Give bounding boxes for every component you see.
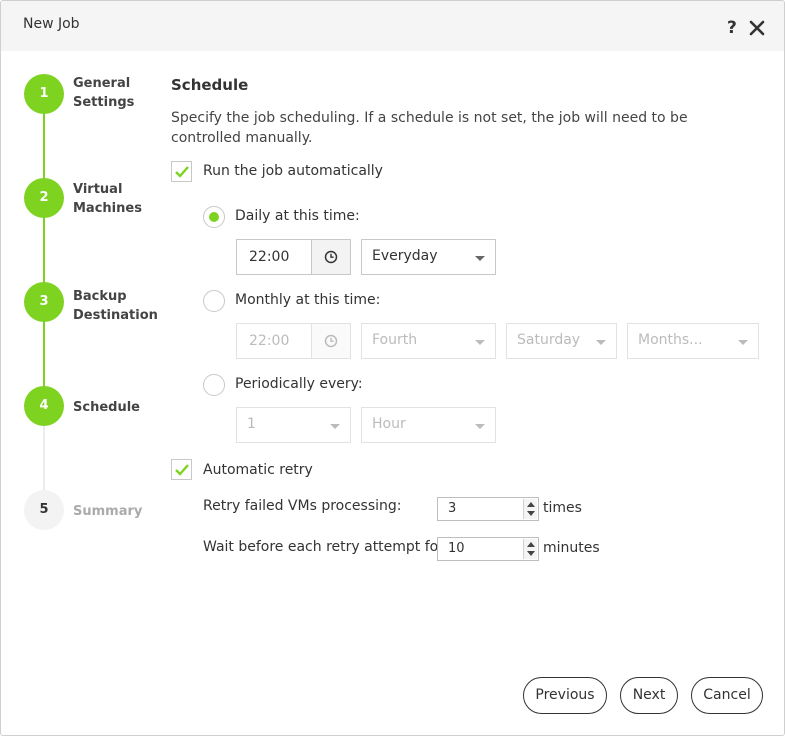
previous-button[interactable]: Previous	[523, 677, 607, 714]
clock-icon	[324, 250, 338, 264]
step-5-circle: 5	[24, 490, 64, 530]
retry-wait-label: Wait before each retry attempt for:	[203, 539, 449, 555]
chevron-down-icon	[475, 340, 485, 345]
automatic-retry-label: Automatic retry	[203, 462, 313, 478]
step-3-label[interactable]: Backup Destination	[73, 287, 163, 325]
next-button[interactable]: Next	[620, 677, 678, 714]
new-job-dialog: New Job ? 1 General Settings 2 Virtual M…	[0, 0, 785, 736]
arrow-up-icon[interactable]	[527, 502, 535, 507]
periodically-value-select[interactable]: 1	[236, 407, 351, 443]
daily-radio[interactable]	[203, 206, 225, 228]
close-icon[interactable]	[749, 20, 765, 36]
section-heading: Schedule	[171, 76, 249, 94]
cancel-button[interactable]: Cancel	[691, 677, 763, 714]
arrow-up-icon[interactable]	[527, 542, 535, 547]
periodically-radio[interactable]	[203, 374, 225, 396]
dialog-title: New Job	[23, 16, 80, 32]
chevron-down-icon	[475, 256, 485, 261]
checkmark-icon	[175, 464, 189, 476]
run-automatically-checkbox[interactable]	[171, 161, 192, 182]
retry-count-value: 3	[448, 501, 457, 516]
daily-label: Daily at this time:	[235, 208, 360, 224]
monthly-months-value: Months...	[638, 332, 703, 348]
monthly-time-picker[interactable]: 22:00	[236, 323, 351, 359]
title-bar: New Job ?	[1, 1, 784, 51]
retry-wait-unit: minutes	[543, 540, 600, 556]
clock-icon	[324, 334, 338, 348]
retry-count-stepper[interactable]: 3	[437, 497, 539, 521]
step-2-circle[interactable]: 2	[24, 178, 64, 218]
clock-button[interactable]	[311, 324, 350, 358]
step-connector	[43, 113, 45, 179]
section-description: Specify the job scheduling. If a schedul…	[171, 110, 688, 146]
radio-selected-dot	[209, 212, 219, 222]
monthly-day-select[interactable]: Saturday	[506, 323, 617, 359]
periodically-label: Periodically every:	[235, 376, 363, 392]
retry-wait-value: 10	[448, 541, 465, 556]
monthly-label: Monthly at this time:	[235, 292, 381, 308]
clock-button[interactable]	[311, 240, 350, 274]
periodically-unit: Hour	[372, 416, 406, 432]
arrow-down-icon[interactable]	[527, 511, 535, 516]
automatic-retry-checkbox[interactable]	[171, 459, 192, 480]
step-connector	[43, 321, 45, 387]
step-4-label[interactable]: Schedule	[73, 398, 163, 417]
retry-wait-stepper[interactable]: 10	[437, 537, 539, 561]
step-1-circle[interactable]: 1	[24, 74, 64, 114]
chevron-down-icon	[738, 340, 748, 345]
monthly-day-value: Saturday	[517, 332, 581, 348]
help-icon[interactable]: ?	[727, 18, 737, 38]
checkmark-icon	[175, 166, 189, 178]
monthly-week-select[interactable]: Fourth	[361, 323, 496, 359]
monthly-time-value: 22:00	[249, 333, 290, 349]
run-automatically-label: Run the job automatically	[203, 163, 383, 179]
periodically-value: 1	[247, 416, 256, 432]
stepper-arrows[interactable]	[523, 499, 537, 519]
stepper-arrows[interactable]	[523, 539, 537, 559]
chevron-down-icon	[596, 340, 606, 345]
chevron-down-icon	[330, 424, 340, 429]
step-connector	[43, 425, 45, 491]
step-1-label[interactable]: General Settings	[73, 74, 163, 112]
monthly-radio[interactable]	[203, 290, 225, 312]
daily-time-value: 22:00	[249, 249, 290, 265]
step-5-label: Summary	[73, 504, 143, 519]
daily-time-picker[interactable]: 22:00	[236, 239, 351, 275]
step-connector	[43, 217, 45, 283]
step-3-circle[interactable]: 3	[24, 282, 64, 322]
retry-count-unit: times	[543, 500, 582, 516]
retry-failed-label: Retry failed VMs processing:	[203, 498, 402, 514]
arrow-down-icon[interactable]	[527, 551, 535, 556]
daily-frequency-value: Everyday	[372, 248, 438, 264]
daily-frequency-select[interactable]: Everyday	[361, 239, 496, 275]
monthly-months-select[interactable]: Months...	[627, 323, 759, 359]
chevron-down-icon	[475, 424, 485, 429]
step-2-label[interactable]: Virtual Machines	[73, 180, 163, 218]
step-4-circle[interactable]: 4	[24, 386, 64, 426]
monthly-week-value: Fourth	[372, 332, 418, 348]
periodically-unit-select[interactable]: Hour	[361, 407, 496, 443]
